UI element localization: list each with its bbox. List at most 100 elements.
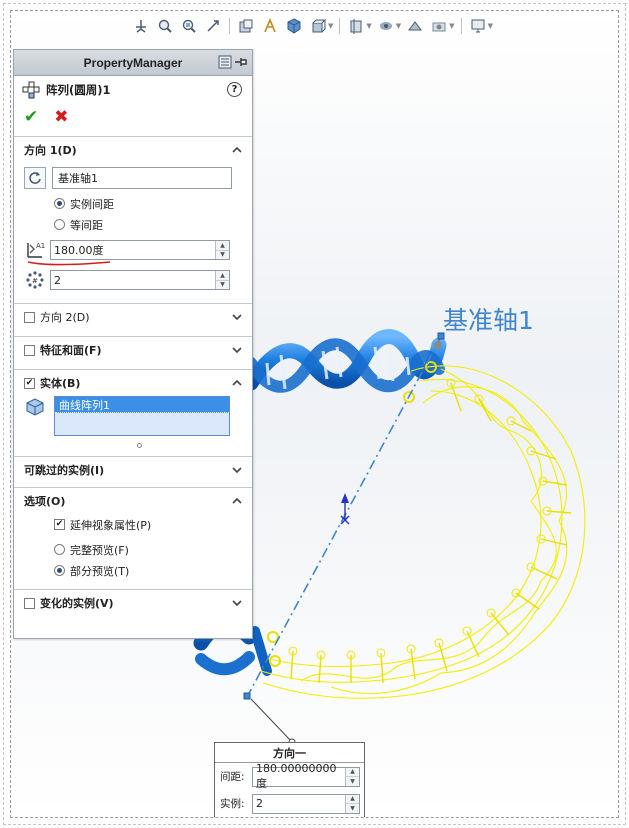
svg-text:A1: A1: [36, 242, 45, 250]
help-icon[interactable]: ?: [227, 82, 242, 97]
instance-spacing-option[interactable]: 实例间距: [14, 193, 252, 214]
bodies-header[interactable]: ✔ 实体(B): [14, 370, 252, 396]
skip-instances-label: 可跳过的实例(I): [24, 464, 105, 477]
direction2-header[interactable]: 方向 2(D): [14, 304, 252, 330]
features-faces-label: 特征和面(F): [40, 344, 102, 357]
property-manager-panel: PropertyManager 阵列(圆周)1 ? ✔ ✖ 方向 1(D) 基准…: [13, 49, 253, 639]
callout-count-label: 实例:: [220, 798, 245, 810]
dna-helix-body[interactable]: [243, 329, 447, 393]
direction-callout-box: 方向一 间距: 180.00000000度 ▲ ▼ 实例: 2 ▲ ▼: [214, 742, 365, 817]
angle-row: A1 180.00度 ▲ ▼: [14, 235, 252, 266]
callout-leader: [250, 698, 293, 743]
partial-preview-radio[interactable]: [54, 565, 65, 576]
chevron-up-icon[interactable]: [232, 378, 242, 388]
callout-spacing-spinner[interactable]: 180.00000000度 ▲ ▼: [252, 762, 360, 790]
pin-controls[interactable]: [218, 55, 248, 69]
bodies-checkbox[interactable]: ✔: [24, 377, 35, 389]
callout-count-spinner[interactable]: 2 ▲ ▼: [252, 793, 360, 814]
angle-stepper[interactable]: ▲ ▼: [215, 241, 229, 259]
chevron-down-icon[interactable]: [232, 345, 242, 355]
features-faces-checkbox[interactable]: [24, 344, 35, 356]
ok-button[interactable]: ✔: [24, 107, 38, 127]
solid-body-icon: [26, 398, 44, 416]
rotate-direction-icon[interactable]: [24, 167, 46, 189]
red-underline-annotation: [27, 261, 111, 266]
pattern-preview-wireframe: [260, 361, 586, 699]
chevron-down-icon[interactable]: [232, 312, 242, 322]
callout-count-row: 实例: 2 ▲ ▼: [215, 790, 364, 817]
instance-count-stepper[interactable]: ▲ ▼: [215, 271, 229, 289]
chevron-down-icon[interactable]: [232, 465, 242, 475]
options-label: 选项(O): [24, 495, 66, 508]
propagate-visual-label: 延伸视象属性(P): [70, 518, 152, 532]
list-view-icon[interactable]: [218, 55, 232, 69]
callout-spacing-stepper[interactable]: ▲ ▼: [345, 767, 359, 786]
equal-spacing-label: 等间距: [70, 218, 103, 232]
angle-value[interactable]: 180.00度: [51, 242, 215, 258]
instance-count-row: # 2 ▲ ▼: [14, 265, 252, 295]
propagate-visual-checkbox[interactable]: ✔: [54, 519, 65, 530]
full-preview-radio[interactable]: [54, 544, 65, 555]
bodies-selection-list[interactable]: 曲线阵列1: [54, 396, 230, 436]
direction1-group: 方向 1(D) 基准轴1 实例间距 等间距 A1 180.00度 ▲ ▼ # 2…: [14, 136, 252, 303]
callout-count-stepper[interactable]: ▲ ▼: [345, 794, 359, 813]
direction2-checkbox[interactable]: [24, 311, 35, 323]
axis-selection-row: 基准轴1: [14, 163, 252, 193]
circular-pattern-icon: [22, 81, 40, 99]
property-manager-header: PropertyManager: [14, 50, 252, 76]
ok-cancel-row: ✔ ✖: [14, 104, 252, 130]
equal-spacing-radio[interactable]: [54, 219, 65, 230]
direction1-label: 方向 1(D): [24, 144, 77, 157]
panel-title: PropertyManager: [83, 55, 183, 70]
propagate-visual-option[interactable]: ✔ 延伸视象属性(P): [14, 514, 252, 535]
callout-title: 方向一: [215, 743, 364, 763]
features-faces-header[interactable]: 特征和面(F): [14, 337, 252, 363]
pushpin-icon[interactable]: [234, 55, 248, 69]
resize-grip[interactable]: [14, 442, 252, 456]
equal-spacing-option[interactable]: 等间距: [14, 214, 252, 235]
bodies-selection-row: 曲线阵列1: [14, 396, 252, 442]
axis-point-icon: [434, 341, 442, 349]
datum-axis-label[interactable]: 基准轴1: [443, 301, 534, 337]
options-group: 选项(O) ✔ 延伸视象属性(P) 完整预览(F) 部分预览(T): [14, 487, 252, 589]
callout-spacing-value[interactable]: 180.00000000度: [253, 762, 345, 791]
angle-icon: A1: [27, 242, 45, 258]
direction2-label: 方向 2(D): [40, 311, 90, 324]
instance-spacing-label: 实例间距: [70, 197, 114, 211]
direction1-header[interactable]: 方向 1(D): [14, 137, 252, 163]
svg-text:#: #: [32, 277, 38, 285]
full-preview-option[interactable]: 完整预览(F): [14, 539, 252, 560]
callout-spacing-row: 间距: 180.00000000度 ▲ ▼: [215, 762, 364, 790]
direction2-group: 方向 2(D): [14, 303, 252, 336]
axis-start-handle[interactable]: [243, 692, 251, 700]
vary-instances-header[interactable]: 变化的实例(V): [14, 590, 252, 616]
callout-spacing-label: 间距:: [220, 771, 245, 783]
chevron-up-icon[interactable]: [232, 145, 242, 155]
skip-instances-header[interactable]: 可跳过的实例(I): [14, 457, 252, 483]
chevron-down-icon[interactable]: [232, 598, 242, 608]
skip-instances-group: 可跳过的实例(I): [14, 456, 252, 487]
bodies-group: ✔ 实体(B) 曲线阵列1: [14, 369, 252, 456]
instance-count-icon: #: [26, 271, 44, 289]
callout-count-value[interactable]: 2: [253, 797, 345, 810]
vary-instances-label: 变化的实例(V): [40, 597, 114, 610]
axis-selection-field[interactable]: 基准轴1: [52, 167, 232, 189]
partial-preview-label: 部分预览(T): [70, 564, 130, 578]
features-faces-group: 特征和面(F): [14, 336, 252, 369]
chevron-up-icon[interactable]: [232, 496, 242, 506]
feature-title: 阵列(圆周)1: [46, 83, 111, 97]
feature-title-row: 阵列(圆周)1 ?: [14, 76, 252, 104]
selected-body-item[interactable]: 曲线阵列1: [55, 397, 229, 413]
vary-instances-group: 变化的实例(V): [14, 589, 252, 616]
instance-spacing-radio[interactable]: [54, 198, 65, 209]
full-preview-label: 完整预览(F): [70, 543, 129, 557]
graphics-area[interactable]: ▼ ▼ ▼ ▼ ▼ 基准轴1 PropertyManager 阵列(圆周)1 ?…: [10, 10, 619, 818]
partial-preview-option[interactable]: 部分预览(T): [14, 560, 252, 581]
instance-count-spinner[interactable]: 2 ▲ ▼: [50, 270, 230, 290]
bodies-label: 实体(B): [40, 377, 81, 390]
angle-spinner[interactable]: 180.00度 ▲ ▼: [50, 240, 230, 260]
cancel-button[interactable]: ✖: [54, 107, 68, 127]
vary-instances-checkbox[interactable]: [24, 597, 35, 609]
options-header[interactable]: 选项(O): [14, 488, 252, 514]
instance-count-value[interactable]: 2: [51, 274, 215, 287]
